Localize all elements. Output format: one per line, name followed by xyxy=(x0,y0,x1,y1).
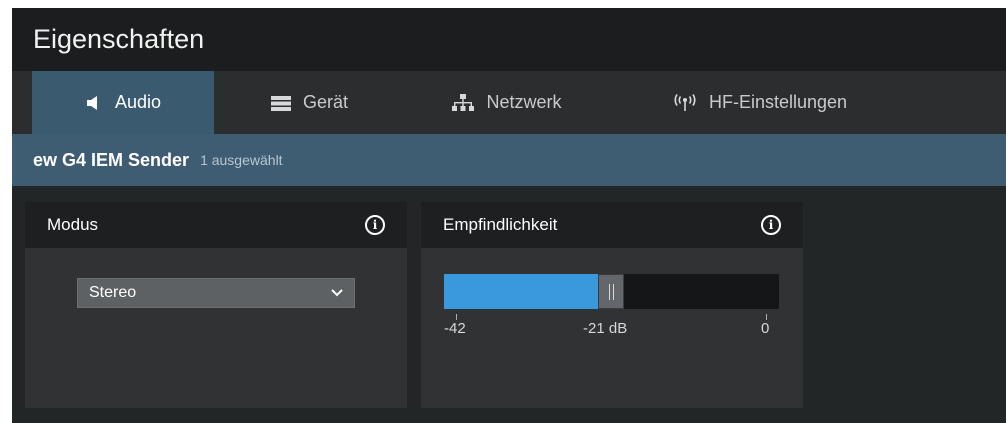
slider-fill xyxy=(444,274,598,309)
info-icon[interactable]: i xyxy=(365,215,385,235)
sensitivity-slider[interactable] xyxy=(444,274,779,309)
tick-label-max: 0 xyxy=(761,320,770,337)
device-name: ew G4 IEM Sender xyxy=(33,149,190,170)
tick-label-mid: -21 dB xyxy=(583,320,628,337)
device-icon xyxy=(270,95,291,111)
properties-content: Modus i Stereo Empfindlichkeit i -42 -21… xyxy=(12,186,1006,423)
network-icon xyxy=(452,93,475,112)
sensitivity-panel-header: Empfindlichkeit i xyxy=(421,202,803,248)
tick-label-min: -42 xyxy=(444,320,466,337)
tab-audio-label: Audio xyxy=(114,92,162,112)
sensitivity-title: Empfindlichkeit xyxy=(443,215,558,234)
speaker-icon xyxy=(85,94,103,112)
info-icon[interactable]: i xyxy=(761,215,781,235)
slider-thumb[interactable] xyxy=(598,274,624,309)
tab-hf-einstellungen[interactable]: HF-Einstellungen xyxy=(650,71,870,134)
tab-netzwerk-label: Netzwerk xyxy=(486,92,562,112)
chevron-down-icon xyxy=(331,284,343,302)
selection-count: 1 ausgewählt xyxy=(200,152,283,168)
modus-panel-header: Modus i xyxy=(25,202,407,248)
tab-bar: Audio Gerät Netzwerk HF-Einstellungen xyxy=(12,71,1006,134)
device-header: ew G4 IEM Sender 1 ausgewählt xyxy=(12,134,1006,186)
tab-audio[interactable]: Audio xyxy=(32,71,214,134)
tab-netzwerk[interactable]: Netzwerk xyxy=(432,71,582,134)
grip-icon xyxy=(608,283,614,300)
modus-panel: Modus i Stereo xyxy=(25,202,407,408)
tab-hf-label: HF-Einstellungen xyxy=(708,92,848,112)
modus-selected-value: Stereo xyxy=(89,284,137,301)
sensitivity-panel: Empfindlichkeit i -42 -21 dB 0 xyxy=(421,202,803,408)
modus-title: Modus xyxy=(47,215,99,234)
modus-select[interactable]: Stereo xyxy=(77,278,355,308)
tab-geraet[interactable]: Gerät xyxy=(247,71,372,134)
properties-window: Eigenschaften Audio Gerät Netzwerk HF-Ei… xyxy=(12,8,1006,423)
antenna-icon xyxy=(673,93,697,112)
window-title: Eigenschaften xyxy=(12,8,1006,71)
tab-geraet-label: Gerät xyxy=(302,92,349,112)
